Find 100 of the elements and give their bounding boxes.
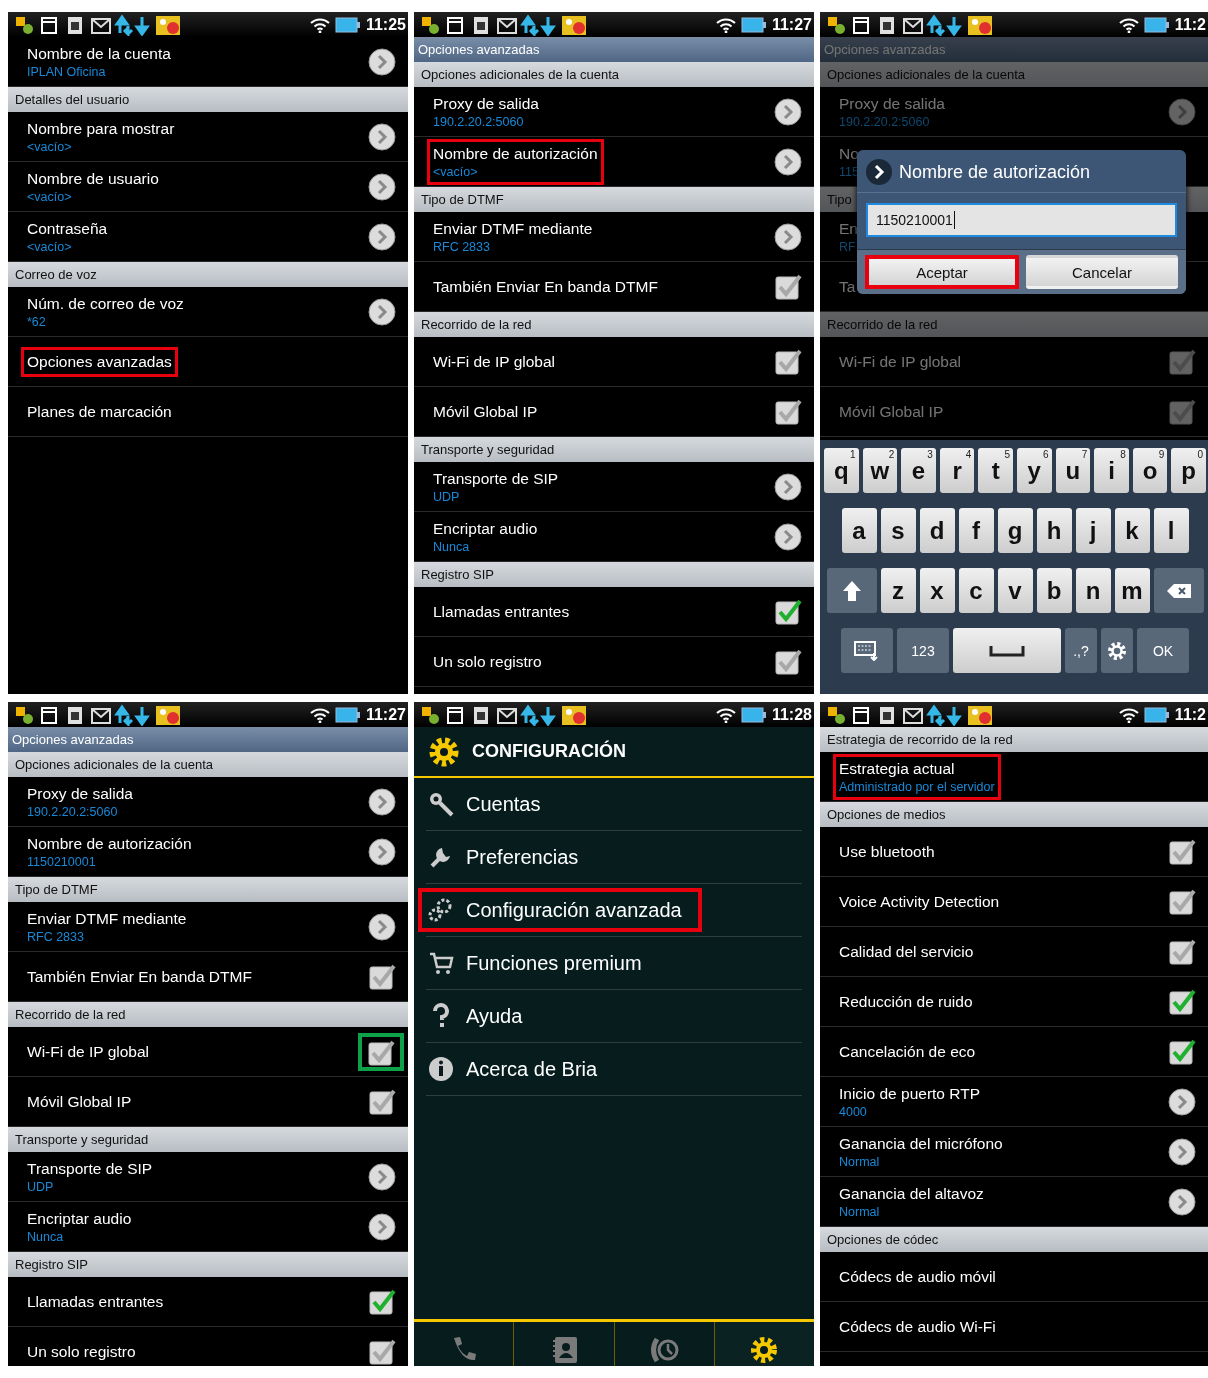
wifi-icon [309,706,330,723]
battery-icon [1143,706,1170,723]
settings-icon[interactable] [1106,639,1128,662]
menu-item[interactable]: Acerca de Bria [418,1047,618,1091]
dialog-title: Nombre de autorización [899,161,1091,183]
key[interactable]: .,? [1065,628,1097,673]
key-hint: 0 [1197,449,1203,460]
setting-title: Encriptar audio [27,1209,132,1228]
key[interactable]: f [958,508,994,553]
key-hint: 4 [965,449,972,460]
key[interactable]: j [1075,508,1111,553]
checkbox[interactable] [774,397,802,426]
backspace-key-icon[interactable] [1165,582,1192,599]
key[interactable]: z [880,568,916,613]
key-hint: 8 [1120,449,1126,460]
checkbox[interactable] [368,962,396,991]
battery-icon [334,706,361,723]
checkbox[interactable] [1168,837,1196,866]
chevron-circle-icon[interactable] [368,297,396,326]
key[interactable]: g [997,508,1033,553]
chevron-circle-icon[interactable] [368,47,396,76]
setting-title: Móvil Global IP [839,402,944,421]
dialog-button[interactable]: Cancelar [1026,255,1178,289]
tab[interactable] [713,1322,814,1366]
checkbox[interactable] [368,1287,396,1316]
keyboard-hide-icon[interactable] [854,640,880,661]
setting-value: 190.2.20.2:5060 [27,804,119,819]
setting-value: Normal [839,1204,881,1219]
section-header: Recorrido de la red [820,312,1208,337]
setting-title: También Enviar En banda DTMF [27,967,252,986]
checkbox[interactable] [774,647,802,676]
chevron-circle-icon[interactable] [368,787,396,816]
setting-title: Ganancia del altavoz [839,1184,984,1203]
checkbox[interactable] [368,1337,396,1366]
space-key-icon[interactable] [989,644,1025,657]
menu-item[interactable]: Configuración avanzada [418,888,702,932]
chevron-circle-icon[interactable] [774,472,802,501]
chevron-circle-icon[interactable] [1168,1087,1196,1116]
key-hint: 1 [850,449,856,460]
battery-icon [740,16,767,33]
wifi-icon [715,16,736,33]
key[interactable]: i 8 [1094,448,1129,493]
key[interactable]: b [1036,568,1072,613]
setting-title: Cancelación de eco [839,1042,976,1061]
setting-title: Llamadas entrantes [433,602,570,621]
key[interactable]: x [919,568,955,613]
dialog-button[interactable]: Aceptar [865,255,1019,289]
checkbox[interactable] [774,272,802,301]
setting-title: Llamadas entrantes [27,1292,164,1311]
key[interactable]: OK [1137,628,1189,673]
setting-title: Wi-Fi de IP global [839,352,962,371]
menu-item[interactable]: Cuentas [418,782,561,826]
checkbox[interactable] [1168,347,1196,376]
key[interactable]: h [1036,508,1072,553]
chevron-circle-icon[interactable] [368,172,396,201]
key[interactable]: d [919,508,955,553]
key[interactable]: l [1153,508,1189,553]
chevron-circle-icon[interactable] [368,1162,396,1191]
key[interactable]: v [997,568,1033,613]
checkbox[interactable] [1168,1037,1196,1066]
chevron-circle-icon[interactable] [368,837,396,866]
key[interactable]: k [1114,508,1150,553]
chevron-circle-icon[interactable] [774,522,802,551]
setting-title: Inicio de puerto RTP [839,1084,980,1103]
key[interactable]: n [1075,568,1111,613]
setting-title: Proxy de salida [433,94,539,113]
key[interactable]: 123 [897,628,949,673]
menu-item[interactable]: Ayuda [418,994,543,1038]
chevron-circle-icon[interactable] [1168,1187,1196,1216]
setting-title: Calidad del servicio [839,942,974,961]
checkbox[interactable] [774,597,802,626]
chevron-circle-icon[interactable] [774,222,802,251]
screen-title: Opciones avanzadas [414,37,814,62]
input-field[interactable]: 1150210001 [866,203,1177,237]
chevron-circle-icon[interactable] [368,912,396,941]
key[interactable]: m [1114,568,1150,613]
chevron-circle-icon[interactable] [368,1212,396,1241]
checkbox[interactable] [1168,397,1196,426]
section-header: Registro SIP [414,562,814,587]
checkbox[interactable] [367,1038,395,1067]
menu-item[interactable]: Funciones premium [418,941,662,985]
shift-key-icon[interactable] [841,579,862,602]
checkbox[interactable] [1168,887,1196,916]
key[interactable]: c [958,568,994,613]
chevron-circle-icon[interactable] [368,222,396,251]
menu-item[interactable]: Preferencias [418,835,599,879]
checkbox[interactable] [368,1087,396,1116]
status-time: 11:2 [1174,15,1206,34]
chevron-circle-icon[interactable] [774,147,802,176]
setting-value: UDP [27,1179,55,1194]
checkbox[interactable] [1168,987,1196,1016]
key[interactable]: s [880,508,916,553]
checkbox[interactable] [774,347,802,376]
battery-icon [334,16,361,33]
chevron-circle-icon[interactable] [368,122,396,151]
chevron-circle-icon[interactable] [1168,1137,1196,1166]
chevron-circle-icon[interactable] [774,97,802,126]
key[interactable]: a [841,508,877,553]
checkbox[interactable] [1168,937,1196,966]
wifi-icon [715,706,736,723]
